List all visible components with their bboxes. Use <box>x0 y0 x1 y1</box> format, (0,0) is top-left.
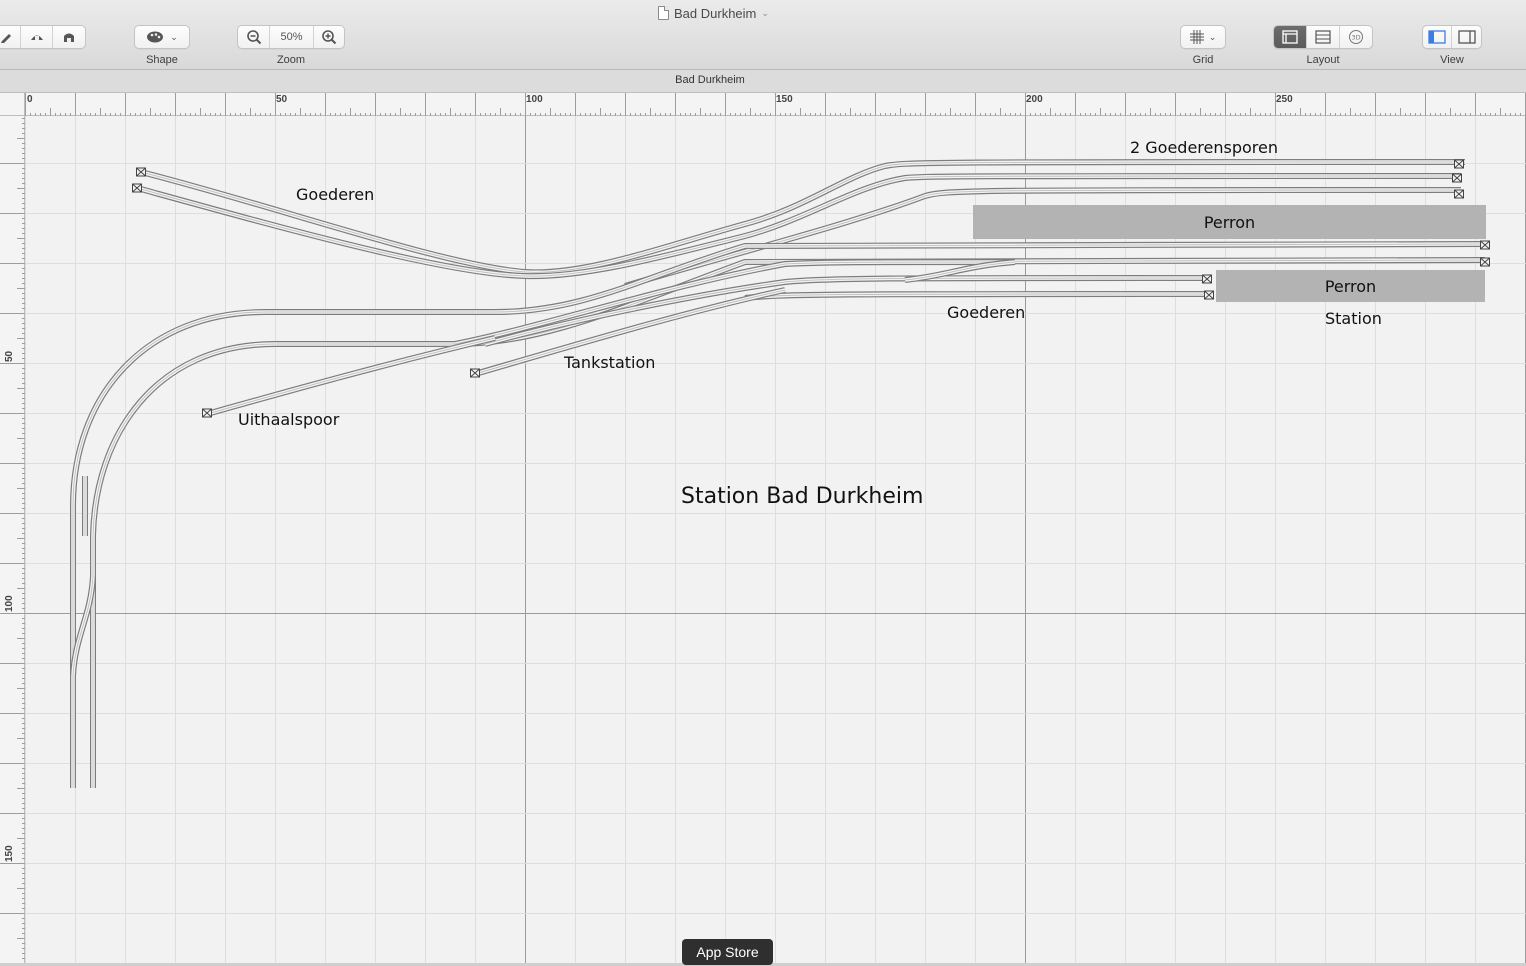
toggle-left-sidebar-button[interactable] <box>1423 26 1452 48</box>
tools-segment <box>0 25 86 49</box>
ruler-label-v50: 50 <box>4 350 15 362</box>
chevron-down-icon: ⌄ <box>1208 31 1217 42</box>
buffer-stop-icon <box>470 368 480 378</box>
ruler-label-100: 100 <box>526 94 543 105</box>
shape-label: Shape <box>146 54 178 66</box>
view-label: View <box>1440 54 1464 66</box>
horizontal-ruler: 0 50 100 150 200 250 <box>0 93 1526 116</box>
horizontal-ruler-ticks <box>25 93 1526 116</box>
buffer-stop-icon <box>1480 257 1490 267</box>
canvas-title[interactable]: Station Bad Durkheim <box>681 484 923 509</box>
tunnel-icon <box>30 35 43 40</box>
layout-segment: 3D <box>1273 25 1373 49</box>
platform-lower[interactable]: Perron <box>1216 270 1485 302</box>
ruler-label-200: 200 <box>1026 94 1043 105</box>
vertical-ruler-ticks <box>0 113 25 964</box>
grid-group: ⌄ Grid <box>1180 25 1226 66</box>
pencil-tool-button[interactable] <box>0 26 21 48</box>
grid-label: Grid <box>1192 54 1214 66</box>
view-group: View <box>1422 25 1482 66</box>
grid-button[interactable]: ⌄ <box>1181 26 1225 48</box>
toolbar: Bad Durkheim ⌄ ⌄ Shape 50% Zoom ⌄ Grid 3… <box>0 0 1526 70</box>
ruler-corner <box>0 93 25 116</box>
chevron-down-icon: ⌄ <box>170 31 178 42</box>
3d-view-icon: 3D <box>1349 30 1363 44</box>
palette-icon <box>147 31 164 43</box>
building-tool-button[interactable] <box>53 26 85 48</box>
buffer-stop-icon <box>1452 173 1462 183</box>
view-segment <box>1422 25 1482 49</box>
layout-3d-button[interactable]: 3D <box>1340 26 1372 48</box>
label-goederen-middle[interactable]: Goederen <box>947 303 1025 322</box>
buffer-stop-icon <box>1454 189 1464 199</box>
buffer-stop-icon <box>202 408 212 418</box>
grid-icon <box>1189 30 1204 44</box>
buffer-stop-icon <box>1454 159 1464 169</box>
label-goederen-upper[interactable]: Goederen <box>296 185 374 204</box>
zoom-group: 50% Zoom <box>237 25 345 66</box>
buffer-stop-icon <box>1204 290 1214 300</box>
app-window: Bad Durkheim ⌄ ⌄ Shape 50% Zoom ⌄ Grid 3… <box>0 0 1526 966</box>
tools-group <box>0 25 86 49</box>
label-uithaalspoor[interactable]: Uithaalspoor <box>238 410 339 429</box>
document-title-text: Bad Durkheim <box>674 5 757 21</box>
label-tankstation[interactable]: Tankstation <box>564 353 655 372</box>
platform-upper[interactable]: Perron <box>973 205 1486 239</box>
zoom-in-icon <box>322 30 337 45</box>
chevron-down-icon: ⌄ <box>761 7 769 18</box>
zoom-in-button[interactable] <box>314 26 344 48</box>
tab-bar: Bad Durkheim <box>0 70 1526 93</box>
zoom-out-button[interactable] <box>238 26 270 48</box>
list-view-icon <box>1315 30 1331 44</box>
buffer-stop-icon <box>1202 274 1212 284</box>
tab-title[interactable]: Bad Durkheim <box>0 74 1420 86</box>
buffer-stop-icon <box>1480 240 1490 250</box>
buffer-stop-icon <box>136 167 146 177</box>
vertical-ruler: 50 100 150 <box>0 113 25 966</box>
shape-button[interactable]: ⌄ <box>135 26 189 48</box>
ruler-label-250: 250 <box>1276 94 1293 105</box>
buffer-stop-icon <box>132 183 142 193</box>
right-sidebar-icon <box>1457 30 1476 44</box>
shape-group: ⌄ Shape <box>134 25 190 66</box>
tunnel-tool-button[interactable] <box>21 26 53 48</box>
document-title[interactable]: Bad Durkheim ⌄ <box>658 4 769 22</box>
layout-group: 3D Layout <box>1273 25 1373 66</box>
zoom-segment: 50% <box>237 25 345 49</box>
label-goederensporen[interactable]: 2 Goederensporen <box>1130 138 1278 157</box>
pencil-icon <box>0 34 11 43</box>
label-station[interactable]: Station <box>1325 309 1382 328</box>
track-uithaalspoor[interactable] <box>206 335 496 417</box>
shape-segment: ⌄ <box>134 25 190 49</box>
svg-text:3D: 3D <box>1352 34 1361 42</box>
layout-canvas[interactable]: Perron Perron Goederen 2 Goederensporen … <box>25 116 1526 964</box>
zoom-level-field[interactable]: 50% <box>270 26 314 48</box>
ruler-label-v100: 100 <box>4 595 15 612</box>
layout-list-button[interactable] <box>1307 26 1340 48</box>
ruler-label-50: 50 <box>276 94 288 105</box>
toggle-right-sidebar-button[interactable] <box>1452 26 1481 48</box>
document-icon <box>658 6 669 20</box>
left-sidebar-icon <box>1428 30 1446 44</box>
ruler-label-150: 150 <box>776 94 793 105</box>
plan-view-icon <box>1282 30 1298 44</box>
layout-plan-button[interactable] <box>1274 26 1307 48</box>
ruler-label-0: 0 <box>27 94 33 105</box>
zoom-out-icon <box>246 30 261 45</box>
layout-label: Layout <box>1306 54 1340 66</box>
zoom-label: Zoom <box>276 54 306 66</box>
track-main-1[interactable] <box>70 241 1486 656</box>
building-icon <box>64 33 74 42</box>
ruler-label-v150: 150 <box>4 845 15 862</box>
grid-segment: ⌄ <box>1180 25 1226 49</box>
track-plan[interactable] <box>25 116 1526 964</box>
dock-tooltip-app-store: App Store <box>682 939 773 965</box>
